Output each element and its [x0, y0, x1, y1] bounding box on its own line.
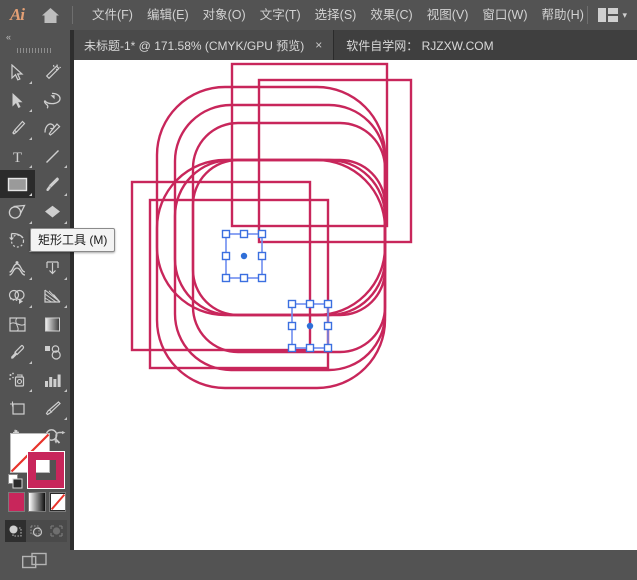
tools-panel: « T 矩形工具 (M) — [0, 30, 116, 569]
tab-title: 未标题-1* @ 171.58% (CMYK/GPU 预览) — [84, 38, 305, 53]
chevron-down-icon: ▾ — [622, 9, 627, 20]
width-tool[interactable] — [0, 254, 35, 282]
tool-flyout-corner — [29, 277, 32, 280]
tab-watermark-label: 软件自学网： RJZXW.COM — [346, 38, 494, 53]
tool-flyout-corner — [64, 417, 67, 420]
tool-flyout-corner — [29, 361, 32, 364]
swap-fill-stroke-icon[interactable] — [53, 431, 67, 449]
column-graph-tool[interactable] — [35, 366, 70, 394]
home-icon[interactable] — [34, 0, 66, 30]
free-transform-tool[interactable] — [35, 254, 70, 282]
tool-flyout-corner — [29, 389, 32, 392]
drawing-mode-buttons — [5, 520, 68, 542]
selection-bbox-2 — [287, 299, 333, 353]
menubar-right: ▾ — [581, 0, 631, 30]
menu-view[interactable]: 视图(V) — [420, 0, 476, 30]
tool-flyout-corner — [29, 109, 32, 112]
menubar-divider-right — [587, 6, 589, 24]
menubar-divider — [72, 6, 73, 24]
draw-behind-button[interactable] — [25, 520, 47, 542]
tab-watermark: 软件自学网： RJZXW.COM — [334, 30, 506, 60]
tool-flyout-corner — [64, 389, 67, 392]
tab-document-1[interactable]: 未标题-1* @ 171.58% (CMYK/GPU 预览) × — [74, 30, 335, 60]
selection-bbox-1 — [221, 229, 267, 283]
collapse-panel-button[interactable]: « — [0, 30, 70, 44]
tool-flyout-corner — [64, 193, 67, 196]
tool-flyout-corner — [64, 305, 67, 308]
tool-flyout-corner — [64, 221, 67, 224]
rectangle-tool[interactable] — [0, 170, 35, 198]
default-fill-stroke-icon[interactable] — [8, 474, 23, 494]
artboard — [74, 60, 637, 550]
selection-tool[interactable] — [0, 58, 35, 86]
draw-behind-icon — [29, 525, 42, 537]
close-icon[interactable]: × — [312, 39, 325, 51]
tool-flyout-corner — [64, 165, 67, 168]
panel-drag-handle[interactable] — [0, 44, 70, 56]
direct-selection-tool[interactable] — [0, 86, 35, 114]
menu-edit[interactable]: 编辑(E) — [140, 0, 196, 30]
selection-overlay — [221, 229, 333, 353]
type-tool[interactable]: T — [0, 142, 35, 170]
menu-object[interactable]: 对象(O) — [196, 0, 253, 30]
none-slash-icon — [50, 493, 65, 511]
tools-grid: T — [0, 56, 70, 450]
svg-text:T: T — [13, 150, 22, 165]
lasso-tool[interactable] — [35, 86, 70, 114]
perspective-grid-tool[interactable] — [35, 282, 70, 310]
app-logo-icon: Ai — [9, 5, 25, 24]
color-mode-button[interactable] — [8, 492, 26, 512]
gradient-tool[interactable] — [35, 310, 70, 338]
symbol-sprayer-tool[interactable] — [0, 366, 35, 394]
draw-normal-icon — [9, 525, 22, 537]
fill-stroke-swatches — [0, 430, 70, 490]
menu-bar: Ai 文件(F) 编辑(E) 对象(O) 文字(T) 选择(S) 效果(C) 视… — [0, 0, 637, 30]
menu-file[interactable]: 文件(F) — [85, 0, 140, 30]
curvature-tool[interactable] — [35, 114, 70, 142]
draw-normal-button[interactable] — [5, 520, 26, 542]
stroke-swatch[interactable] — [27, 451, 65, 489]
tool-tooltip: 矩形工具 (M) — [30, 228, 116, 252]
color-controls — [0, 430, 70, 580]
document-tab-bar: 未标题-1* @ 171.58% (CMYK/GPU 预览) × 软件自学网： … — [0, 30, 637, 60]
draw-inside-icon — [50, 525, 63, 537]
tool-flyout-corner — [29, 305, 32, 308]
draw-inside-button[interactable] — [46, 520, 68, 542]
eraser-tool[interactable] — [35, 198, 70, 226]
menu-effect[interactable]: 效果(C) — [363, 0, 419, 30]
menu-items: 文件(F) 编辑(E) 对象(O) 文字(T) 选择(S) 效果(C) 视图(V… — [85, 0, 591, 30]
tool-flyout-corner — [64, 277, 67, 280]
slice-tool[interactable] — [35, 394, 70, 422]
screen-mode-button[interactable] — [0, 548, 70, 574]
magic-wand-tool[interactable] — [35, 58, 70, 86]
paintbrush-tool[interactable] — [35, 170, 70, 198]
tool-flyout-corner — [29, 193, 32, 196]
menu-select[interactable]: 选择(S) — [308, 0, 364, 30]
paint-mode-buttons — [8, 492, 66, 514]
double-chevron-left-icon: « — [6, 32, 11, 42]
tool-flyout-corner — [29, 221, 32, 224]
blend-tool[interactable] — [35, 338, 70, 366]
artboard-tool[interactable] — [0, 394, 35, 422]
tool-flyout-corner — [29, 137, 32, 140]
screen-mode-icon — [22, 552, 47, 569]
mesh-tool[interactable] — [0, 310, 35, 338]
line-segment-tool[interactable] — [35, 142, 70, 170]
menu-type[interactable]: 文字(T) — [253, 0, 308, 30]
pen-tool[interactable] — [0, 114, 35, 142]
tool-flyout-corner — [29, 81, 32, 84]
eyedropper-tool[interactable] — [0, 338, 35, 366]
shaper-tool[interactable] — [0, 198, 35, 226]
workspace-switcher[interactable]: ▾ — [594, 0, 631, 30]
workspace-layout-icon — [598, 8, 619, 22]
tool-flyout-corner — [29, 165, 32, 168]
menu-window[interactable]: 窗口(W) — [475, 0, 534, 30]
none-mode-button[interactable] — [48, 492, 66, 512]
shape-builder-tool[interactable] — [0, 282, 35, 310]
document-canvas[interactable] — [74, 60, 637, 550]
illustrator-window: Ai 文件(F) 编辑(E) 对象(O) 文字(T) 选择(S) 效果(C) 视… — [0, 0, 637, 569]
gradient-mode-button[interactable] — [28, 492, 46, 512]
